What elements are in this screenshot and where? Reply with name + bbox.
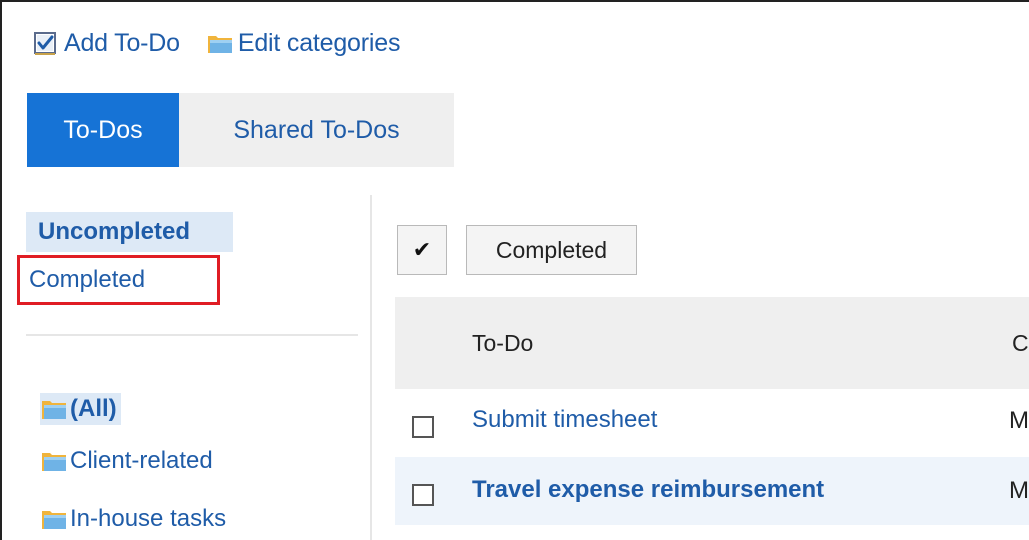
folder-icon [40,505,68,533]
folder-icon [40,395,68,423]
column-header-truncated: C [1012,330,1029,356]
row-truncated-cell: M [1009,477,1029,504]
row-checkbox[interactable] [412,416,434,438]
window-left-border [0,0,2,540]
category-in-house-tasks-label: In-house tasks [70,505,227,532]
edit-categories-label: Edit categories [237,28,401,57]
completed-button[interactable]: Completed [466,225,637,275]
checked-todo-icon [32,29,60,57]
category-all[interactable]: (All) [40,393,121,425]
column-header-todo: To-Do [472,330,534,356]
toolbar: Add To-Do Edit categories [32,26,426,60]
select-all-checkbox-button[interactable]: ✔ [397,225,447,275]
tab-shared-todos[interactable]: Shared To-Dos [179,93,454,167]
row-checkbox[interactable] [412,484,434,506]
sidebar-divider [370,195,372,540]
add-todo-link[interactable]: Add To-Do [32,29,180,58]
tab-bar: To-Dos Shared To-Dos [27,93,454,167]
filter-uncompleted[interactable]: Uncompleted [26,212,233,252]
folder-icon [206,29,234,57]
window-top-border [0,0,1029,2]
todo-title-link[interactable]: Submit timesheet [472,406,657,434]
category-all-label: (All) [70,395,117,422]
table-row: Submit timesheet M [395,389,1029,457]
folder-icon [40,447,68,475]
sidebar-section-divider [26,334,358,336]
filter-completed[interactable]: Completed [17,255,220,305]
category-client-related-label: Client-related [70,447,213,474]
tab-todos[interactable]: To-Dos [27,93,179,167]
todo-title-link[interactable]: Travel expense reimbursement [472,476,824,504]
edit-categories-link[interactable]: Edit categories [206,29,400,58]
row-truncated-cell: M [1009,407,1029,434]
add-todo-label: Add To-Do [64,28,180,57]
category-in-house-tasks[interactable]: In-house tasks [40,505,226,533]
table-row: Travel expense reimbursement M [395,457,1029,525]
category-client-related[interactable]: Client-related [40,447,213,475]
table-header: To-Do C [395,297,1029,389]
